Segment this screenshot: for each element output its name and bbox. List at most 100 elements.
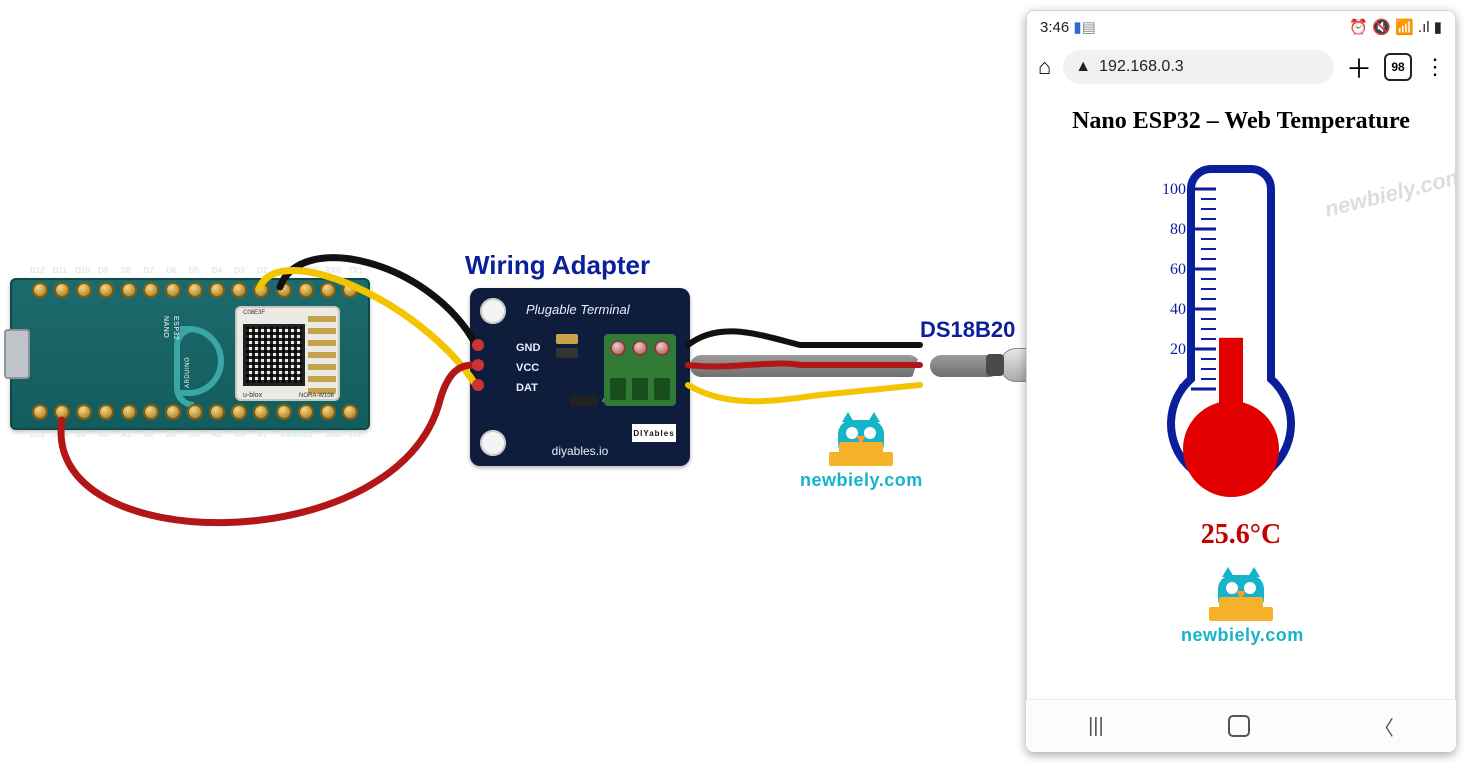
pin-d3: [231, 282, 247, 298]
pin-label: VBUS: [280, 430, 302, 439]
laptop-icon: [1209, 607, 1273, 621]
webpage-content: Nano ESP32 – Web Temperature newbiely.co…: [1026, 96, 1456, 646]
diyables-badge: DIYables: [632, 424, 676, 442]
pin-row-bottom: [32, 404, 358, 426]
tab-count-button[interactable]: 98: [1384, 53, 1412, 81]
temperature-reading: 25.6°C: [1036, 519, 1446, 551]
svg-text:100: 100: [1162, 181, 1186, 198]
pin-label: A6: [234, 430, 244, 439]
pin-label: A1: [121, 430, 131, 439]
pin-a3: [165, 404, 181, 420]
pin-a7: [253, 404, 269, 420]
terminal-slot: [632, 378, 648, 400]
pin-gnd: [276, 282, 292, 298]
pin-label: D8: [121, 266, 131, 275]
new-tab-button[interactable]: ＋: [1346, 49, 1372, 86]
antenna-icon: [308, 312, 336, 394]
not-secure-icon: ▲: [1075, 58, 1091, 76]
pin-d12: [32, 282, 48, 298]
adapter-header-labels: GND VCC DAT: [516, 338, 540, 398]
pin-label: A2: [144, 430, 154, 439]
wiring-adapter-module: Plugable Terminal GND VCC DAT 4.72 Ω DIY…: [470, 288, 690, 466]
pin-d11: [54, 282, 70, 298]
pin-b1: [298, 404, 314, 420]
status-icons: ⏰ 🔇 📶 .ıl ▮: [1349, 18, 1442, 36]
smartphone-mockup: 3:46 ▮▤ ⏰ 🔇 📶 .ıl ▮ ⌂ ▲ 192.168.0.3 ＋ 98…: [1026, 10, 1456, 752]
adapter-title: Wiring Adapter: [465, 250, 650, 281]
pin-label: D10: [75, 266, 90, 275]
pin-label: D2: [257, 266, 267, 275]
pin-label: D13: [30, 430, 45, 439]
svg-text:80: 80: [1170, 221, 1186, 238]
home-icon[interactable]: ⌂: [1038, 54, 1051, 80]
svg-text:20: 20: [1170, 341, 1186, 358]
pin-d2: [253, 282, 269, 298]
sensor-cable: [690, 355, 920, 377]
pin-d8: [121, 282, 137, 298]
board-label-nano: NANO: [162, 316, 169, 338]
pin-label: B0: [75, 430, 85, 439]
pin-rx0: [320, 282, 336, 298]
screw-icon: [632, 340, 648, 356]
screw-terminal-block: [604, 334, 676, 406]
pin-label: D5: [189, 266, 199, 275]
pin-a6: [231, 404, 247, 420]
svg-text:0: 0: [1178, 381, 1186, 398]
status-time: 3:46 ▮▤: [1040, 18, 1096, 36]
pin-rst: [298, 282, 314, 298]
pin-d13: [32, 404, 48, 420]
pin-label: D3: [234, 266, 244, 275]
pin-d4: [209, 282, 225, 298]
pin-row-top: [32, 282, 358, 304]
logo-text: newbiely.com: [1181, 625, 1301, 646]
kebab-menu-icon[interactable]: ⋮: [1424, 54, 1444, 80]
pin-label: A7: [257, 430, 267, 439]
android-nav-bar: ||| 〈: [1026, 699, 1456, 752]
address-bar[interactable]: ▲ 192.168.0.3: [1063, 50, 1334, 84]
qr-code-icon: [243, 324, 305, 386]
pin-vbus: [276, 404, 292, 420]
mount-hole: [480, 298, 506, 324]
diagram-stage: newbiely.com C08E3F u-blox NORA-W106 NAN…: [0, 0, 1482, 763]
pin-b0: [76, 404, 92, 420]
board-label-esp32: ESP32: [172, 316, 179, 340]
sensor-label: DS18B20: [920, 317, 1015, 343]
pin-tx1: [342, 282, 358, 298]
browser-toolbar: ⌂ ▲ 192.168.0.3 ＋ 98 ⋮: [1026, 44, 1456, 96]
home-button[interactable]: [1228, 715, 1250, 737]
pin-gnd: [320, 404, 336, 420]
pin-label: D9: [98, 266, 108, 275]
adapter-subtitle: Plugable Terminal: [526, 302, 630, 317]
pin-a5: [209, 404, 225, 420]
resistor-icon: [570, 396, 598, 406]
url-text: 192.168.0.3: [1099, 58, 1184, 76]
board-mfr: ARDUINO: [185, 357, 191, 388]
svg-text:40: 40: [1170, 301, 1186, 318]
pin-a1: [121, 404, 137, 420]
newbiely-logo: newbiely.com: [800, 420, 923, 491]
terminal-slot: [654, 378, 670, 400]
chip-brand: u-blox: [243, 392, 262, 399]
pin-vin: [342, 404, 358, 420]
pin-label: RST: [303, 266, 319, 275]
svg-text:60: 60: [1170, 261, 1186, 278]
pin-label: A0: [98, 430, 108, 439]
page-title: Nano ESP32 – Web Temperature: [1036, 108, 1446, 135]
pin-d10: [76, 282, 92, 298]
solder-pad: [556, 334, 578, 344]
thermometer-icon: 100 80 60 40 20 0: [1131, 149, 1351, 509]
pin-label: TX1: [348, 266, 363, 275]
logo-text: newbiely.com: [800, 470, 923, 491]
pin-label: D12: [30, 266, 45, 275]
pin-label: A4: [189, 430, 199, 439]
pin-label: D7: [144, 266, 154, 275]
back-button[interactable]: 〈: [1374, 712, 1394, 741]
arduino-nano-esp32: C08E3F u-blox NORA-W106 NANO ESP32 ARDUI…: [10, 278, 370, 430]
laptop-icon: [829, 452, 893, 466]
pin-3.3v: [54, 404, 70, 420]
pin-label: A5: [212, 430, 222, 439]
chip-code: C08E3F: [243, 310, 265, 316]
pin-label: A3: [166, 430, 176, 439]
mount-hole: [480, 430, 506, 456]
recents-button[interactable]: |||: [1088, 715, 1104, 738]
